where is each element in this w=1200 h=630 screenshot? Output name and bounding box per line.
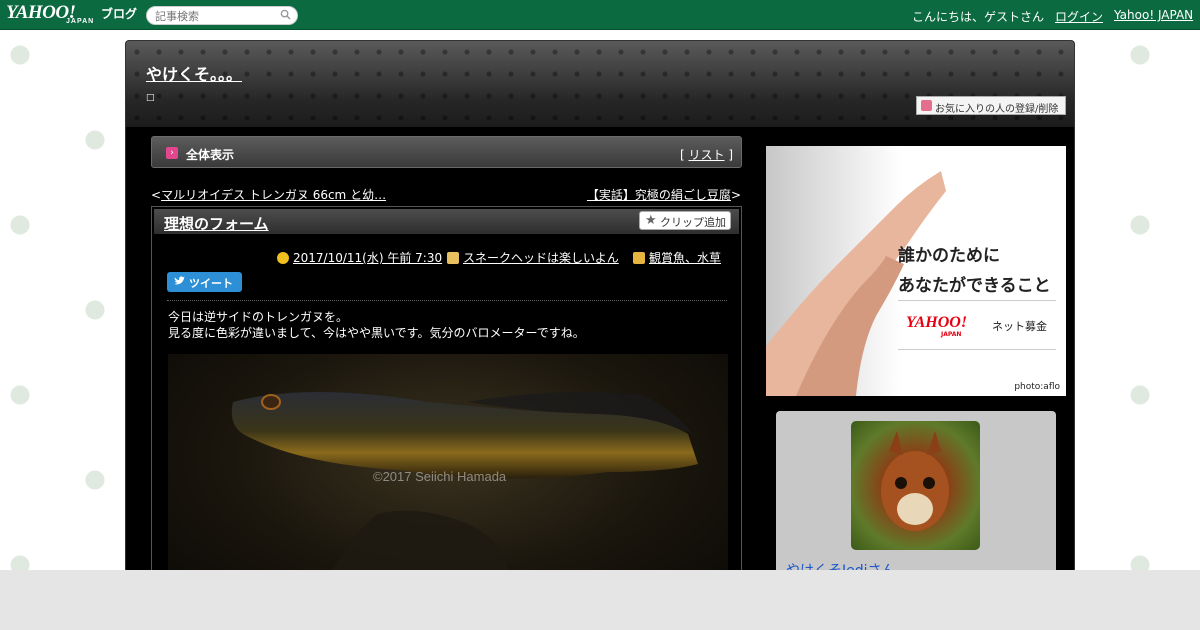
chevron-right-icon: › bbox=[166, 147, 178, 159]
list-link-label: リスト bbox=[688, 148, 725, 162]
ad-headline-2: あなたができること bbox=[898, 276, 1051, 296]
favorite-register-button[interactable]: お気に入りの人の登録/削除 bbox=[916, 96, 1066, 115]
entry-category-text: 観賞魚、水草 bbox=[649, 251, 722, 265]
prev-article-title: マルリオイデス トレンガヌ 66cm と幼… bbox=[161, 188, 387, 202]
next-article-link[interactable]: 【実話】究極の絹ごし豆腐> bbox=[587, 186, 741, 203]
yahoo-japan-link[interactable]: Yahoo! JAPAN bbox=[1114, 8, 1193, 22]
favorite-label: お気に入りの人の登録/削除 bbox=[935, 104, 1059, 115]
article-search bbox=[146, 6, 298, 25]
heart-icon bbox=[921, 100, 932, 111]
profile-box: やけくそJediさん bbox=[776, 411, 1056, 579]
star-icon: ★ bbox=[645, 213, 657, 228]
squirrel-icon bbox=[881, 431, 949, 531]
ad-divider bbox=[898, 300, 1056, 301]
page-footer-strip bbox=[0, 570, 1200, 630]
logo-sub: JAPAN bbox=[66, 18, 95, 25]
search-icon[interactable] bbox=[280, 9, 291, 20]
folder-icon bbox=[633, 252, 645, 264]
clip-add-button[interactable]: ★ クリップ追加 bbox=[639, 211, 731, 230]
yahoo-logo[interactable]: YAHOO! JAPAN bbox=[6, 2, 93, 25]
photo-watermark: ©2017 Seiichi Hamada bbox=[373, 469, 507, 484]
login-link[interactable]: ログイン bbox=[1055, 8, 1103, 25]
all-view-bar: › 全体表示 [ リスト ] bbox=[151, 136, 742, 168]
clock-icon bbox=[277, 252, 289, 264]
blog-description: □ bbox=[146, 93, 155, 103]
ad-banner[interactable]: 誰かのために あなたができること YAHOO! JAPAN ネット募金 phot… bbox=[766, 146, 1066, 396]
clip-label: クリップ追加 bbox=[660, 216, 726, 229]
list-link[interactable]: [ リスト ] bbox=[680, 146, 733, 163]
entry-theme[interactable]: スネークヘッドは楽しいよん bbox=[447, 249, 619, 266]
prev-article-link[interactable]: <マルリオイデス トレンガヌ 66cm と幼… bbox=[151, 186, 386, 203]
blog-entry: 理想のフォーム ★ クリップ追加 2017/10/11(水) 午前 7:30 ス… bbox=[151, 206, 742, 579]
blog-header: やけくそ。。。 □ お気に入りの人の登録/削除 bbox=[126, 41, 1074, 127]
entry-category[interactable]: 観賞魚、水草 bbox=[633, 249, 721, 266]
snakehead-fish-image: ©2017 Seiichi Hamada bbox=[231, 392, 698, 579]
entry-body-line: 今日は逆サイドのトレンガヌを。 bbox=[168, 310, 349, 324]
entry-date-text: 2017/10/11(水) 午前 7:30 bbox=[293, 251, 443, 265]
tweet-label: ツイート bbox=[189, 277, 233, 290]
blog-title[interactable]: やけくそ。。。 bbox=[146, 61, 242, 85]
global-header: YAHOO! JAPAN ブログ こんにちは、ゲストさん ログイン Yahoo!… bbox=[0, 0, 1200, 30]
entry-date[interactable]: 2017/10/11(水) 午前 7:30 bbox=[277, 249, 442, 266]
blog-service-label[interactable]: ブログ bbox=[101, 5, 137, 22]
entry-body-line: 見る度に色彩が違いまして、今はやや黒いです。気分のバロメーターですね。 bbox=[168, 326, 585, 340]
entry-title-bar: 理想のフォーム ★ クリップ追加 bbox=[154, 209, 739, 234]
ad-photo-credit: photo:aflo bbox=[1014, 382, 1060, 392]
greeting-text: こんにちは、ゲストさん bbox=[912, 10, 1045, 24]
next-article-title: 【実話】究極の絹ごし豆腐 bbox=[586, 188, 731, 202]
twitter-bird-icon bbox=[174, 276, 185, 285]
fish-photo[interactable]: ©2017 Seiichi Hamada bbox=[168, 354, 728, 579]
search-input[interactable] bbox=[155, 9, 275, 23]
ad-divider bbox=[898, 349, 1056, 350]
ad-service: ネット募金 bbox=[992, 320, 1047, 333]
book-icon bbox=[447, 252, 459, 264]
tweet-button[interactable]: ツイート bbox=[167, 272, 242, 292]
divider bbox=[167, 300, 727, 301]
all-view-label: 全体表示 bbox=[186, 148, 235, 162]
entry-title[interactable]: 理想のフォーム bbox=[164, 213, 269, 234]
entry-theme-text: スネークヘッドは楽しいよん bbox=[463, 251, 619, 265]
ad-brand-sub: JAPAN bbox=[941, 331, 962, 338]
avatar[interactable] bbox=[851, 421, 980, 550]
ad-brand: YAHOO! bbox=[906, 314, 968, 331]
blog-container: やけくそ。。。 □ お気に入りの人の登録/削除 › 全体表示 [ リスト ] <… bbox=[125, 40, 1075, 580]
ad-headline-1: 誰かのために bbox=[898, 246, 1000, 266]
